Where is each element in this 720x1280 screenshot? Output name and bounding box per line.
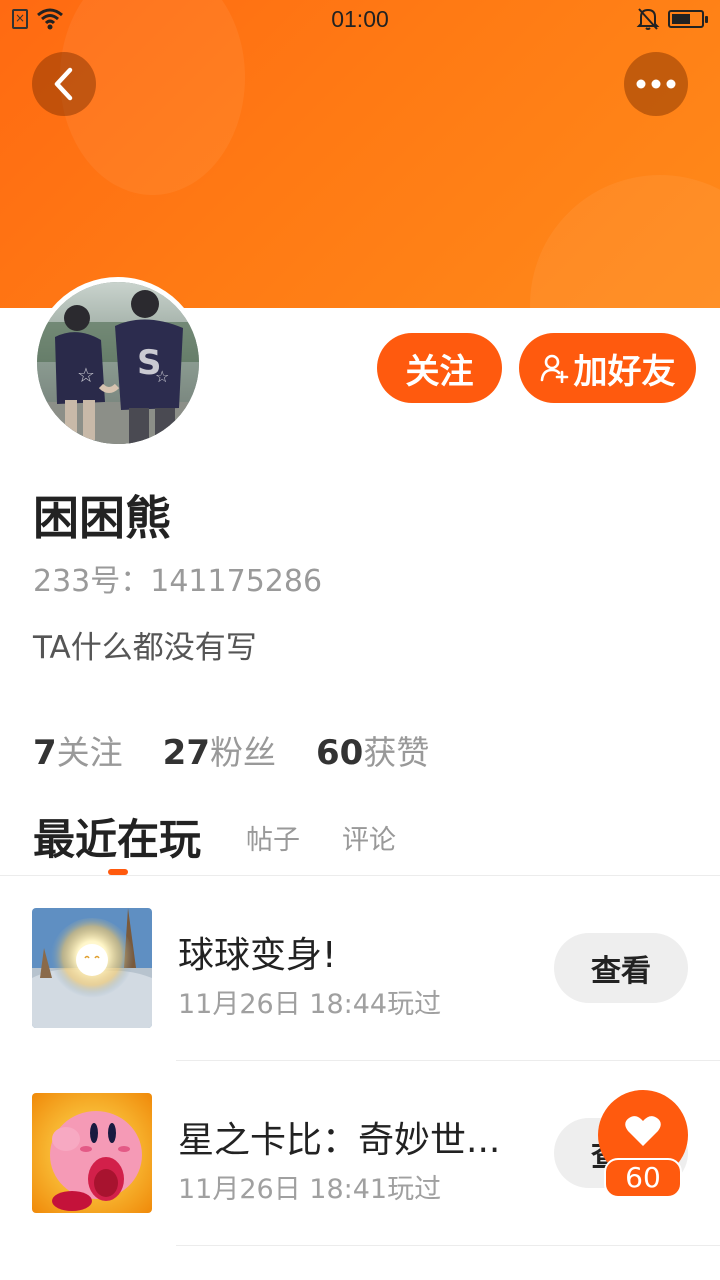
avatar-photo: S ☆ ☆ <box>37 282 199 444</box>
stat-label: 获赞 <box>363 733 430 772</box>
profile-stats: 7关注 27粉丝 60获赞 <box>33 726 429 774</box>
game-icon-ball <box>32 908 152 1028</box>
more-options-button[interactable] <box>624 52 688 116</box>
avatar[interactable]: S ☆ ☆ <box>32 277 204 449</box>
game-played-time: 11月26日 18:41玩过 <box>178 1174 442 1205</box>
view-button[interactable]: 查看 <box>554 933 688 1003</box>
add-user-icon <box>540 354 568 383</box>
bio: TA什么都没有写 <box>33 630 257 666</box>
follow-button-label: 关注 <box>405 351 474 392</box>
follow-button[interactable]: 关注 <box>377 333 502 403</box>
game-name: 星之卡比：奇妙世... <box>178 1120 501 1161</box>
game-played-time: 11月26日 18:44玩过 <box>178 989 442 1020</box>
game-icon-kirby <box>32 1093 152 1213</box>
divider <box>176 1245 720 1246</box>
bell-muted-icon <box>636 8 660 30</box>
stat-value: 27 <box>162 733 210 773</box>
tab-recently-played[interactable]: 最近在玩 <box>33 806 201 867</box>
status-time: 01:00 <box>331 6 389 32</box>
tab-comments[interactable]: 评论 <box>342 818 396 857</box>
game-thumbnail <box>32 908 152 1028</box>
add-friend-button[interactable]: 加好友 <box>519 333 696 403</box>
view-button-label: 查看 <box>591 954 651 989</box>
more-dots-icon <box>636 79 676 89</box>
status-bar: × 01:00 <box>0 0 720 40</box>
stat-following[interactable]: 7关注 <box>33 726 123 774</box>
battery-icon <box>668 10 708 28</box>
add-friend-label: 加好友 <box>573 351 676 392</box>
heart-icon <box>625 1116 661 1146</box>
svg-text:☆: ☆ <box>77 363 95 387</box>
stat-followers[interactable]: 27粉丝 <box>163 726 276 774</box>
profile-header-background <box>0 0 720 308</box>
user-id: 233号：141175286 <box>33 564 323 599</box>
stat-label: 关注 <box>56 733 123 772</box>
list-item[interactable]: 球球变身! 11月26日 18:44玩过 查看 <box>0 876 720 1061</box>
like-count-badge: 60 <box>604 1158 682 1198</box>
game-thumbnail <box>32 1093 152 1213</box>
stat-value: 7 <box>33 733 57 773</box>
stat-label: 粉丝 <box>210 733 276 772</box>
svg-text:☆: ☆ <box>155 367 169 386</box>
tab-posts[interactable]: 帖子 <box>246 818 300 857</box>
username: 困困熊 <box>33 491 171 545</box>
stat-value: 60 <box>316 733 364 773</box>
chevron-left-icon <box>54 67 73 101</box>
game-name: 球球变身! <box>178 935 337 976</box>
stat-likes[interactable]: 60获赞 <box>316 726 429 774</box>
back-button[interactable] <box>32 52 96 116</box>
